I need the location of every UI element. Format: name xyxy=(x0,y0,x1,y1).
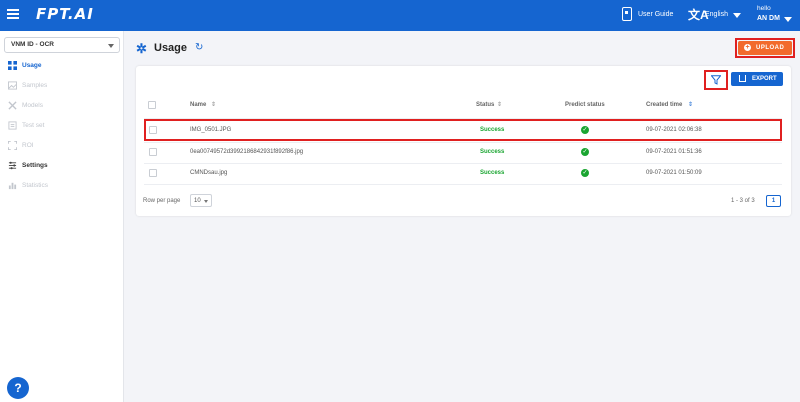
page-title: Usage xyxy=(154,42,188,54)
plus-icon: + xyxy=(744,44,751,51)
sidebar-item-roi[interactable]: ROI xyxy=(0,136,124,156)
export-button-label: EXPORT xyxy=(752,76,777,82)
column-header-status[interactable]: Status xyxy=(476,102,494,108)
table-cell-status: Success xyxy=(480,127,505,133)
divider xyxy=(144,163,782,164)
testset-icon xyxy=(8,121,17,130)
table-cell-name[interactable]: CMNDsau.jpg xyxy=(190,170,227,176)
greeting: hello xyxy=(757,5,771,12)
sidebar-item-label: Settings xyxy=(22,162,48,169)
sidebar-item-statistics[interactable]: Statistics xyxy=(0,176,124,196)
refresh-icon[interactable]: ↻ xyxy=(195,42,203,53)
sidebar-item-samples[interactable]: Samples xyxy=(0,76,124,96)
divider xyxy=(144,142,782,143)
sort-icon[interactable]: ⇕ xyxy=(688,101,693,108)
row-checkbox[interactable] xyxy=(149,148,157,156)
rows-per-page-select[interactable]: 10 xyxy=(190,194,212,207)
usage-icon: ✲ xyxy=(136,41,147,56)
table-cell-status: Success xyxy=(480,149,505,155)
project-select[interactable]: VNM ID - OCR xyxy=(4,37,120,53)
user-guide-link[interactable]: User Guide xyxy=(638,11,673,18)
table-cell-name[interactable]: IMG_0501.JPG xyxy=(190,127,231,133)
check-circle-icon: ✓ xyxy=(581,126,589,134)
table-cell-created: 09-07-2021 02:06:38 xyxy=(646,127,702,133)
export-icon xyxy=(739,75,746,82)
sidebar-item-settings[interactable]: Settings xyxy=(0,156,124,176)
chevron-down-icon xyxy=(108,44,114,48)
user-menu[interactable]: AN DM xyxy=(757,15,780,22)
sidebar-item-usage[interactable]: Usage xyxy=(0,56,124,76)
sidebar-item-test-set[interactable]: Test set xyxy=(0,116,124,136)
chart-icon xyxy=(8,182,17,190)
check-circle-icon: ✓ xyxy=(581,148,589,156)
check-circle-icon: ✓ xyxy=(581,169,589,177)
table-cell-status: Success xyxy=(480,170,505,176)
filter-icon[interactable] xyxy=(711,75,721,85)
sidebar-item-label: Test set xyxy=(22,122,45,129)
upload-button[interactable]: + UPLOAD xyxy=(738,41,792,55)
menu-icon[interactable] xyxy=(7,9,19,20)
book-icon[interactable] xyxy=(622,7,632,21)
export-button[interactable]: EXPORT xyxy=(731,72,783,86)
chevron-down-icon[interactable] xyxy=(784,17,792,22)
sidebar-item-label: Statistics xyxy=(22,182,49,189)
chevron-down-icon xyxy=(204,200,208,203)
pagination-range: 1 - 3 of 3 xyxy=(731,198,755,204)
select-all-checkbox[interactable] xyxy=(148,101,156,109)
sidebar-item-label: Usage xyxy=(22,62,42,69)
grid-icon xyxy=(8,61,17,70)
project-select-value: VNM ID - OCR xyxy=(11,41,54,48)
sort-icon[interactable]: ⇕ xyxy=(497,101,502,108)
logo[interactable]: FPT.AI xyxy=(36,5,94,23)
usage-table-card xyxy=(136,66,791,216)
top-bar: FPT.AI User Guide 文A English hello AN DM xyxy=(0,0,800,31)
rows-per-page-label: Row per page xyxy=(143,198,181,204)
roi-icon xyxy=(8,141,17,150)
sort-icon[interactable]: ⇕ xyxy=(211,101,216,108)
sidebar-item-models[interactable]: Models xyxy=(0,96,124,116)
column-header-name[interactable]: Name xyxy=(190,102,206,108)
column-header-predict-status: Predict status xyxy=(565,102,605,108)
row-checkbox[interactable] xyxy=(149,126,157,134)
sidebar-item-label: Models xyxy=(22,102,43,109)
model-icon xyxy=(8,101,17,110)
image-icon xyxy=(8,81,17,90)
gear-icon xyxy=(8,161,17,170)
rows-per-page-value: 10 xyxy=(194,198,201,204)
column-header-created-time[interactable]: Created time xyxy=(646,102,682,108)
row-checkbox[interactable] xyxy=(149,169,157,177)
help-button[interactable]: ? xyxy=(7,377,29,399)
chevron-down-icon[interactable] xyxy=(733,13,741,18)
page-button[interactable]: 1 xyxy=(766,195,781,207)
sidebar-item-label: Samples xyxy=(22,82,48,89)
upload-button-label: UPLOAD xyxy=(756,45,785,51)
divider xyxy=(144,184,782,185)
sidebar: VNM ID - OCR Usage Samples Models Test s… xyxy=(0,31,124,402)
language-selector[interactable]: English xyxy=(705,11,728,18)
table-cell-created: 09-07-2021 01:51:36 xyxy=(646,149,702,155)
table-cell-created: 09-07-2021 01:50:09 xyxy=(646,170,702,176)
table-cell-name[interactable]: 0ea00749572d3992186842931f892f86.jpg xyxy=(190,149,303,155)
sidebar-item-label: ROI xyxy=(22,142,34,149)
